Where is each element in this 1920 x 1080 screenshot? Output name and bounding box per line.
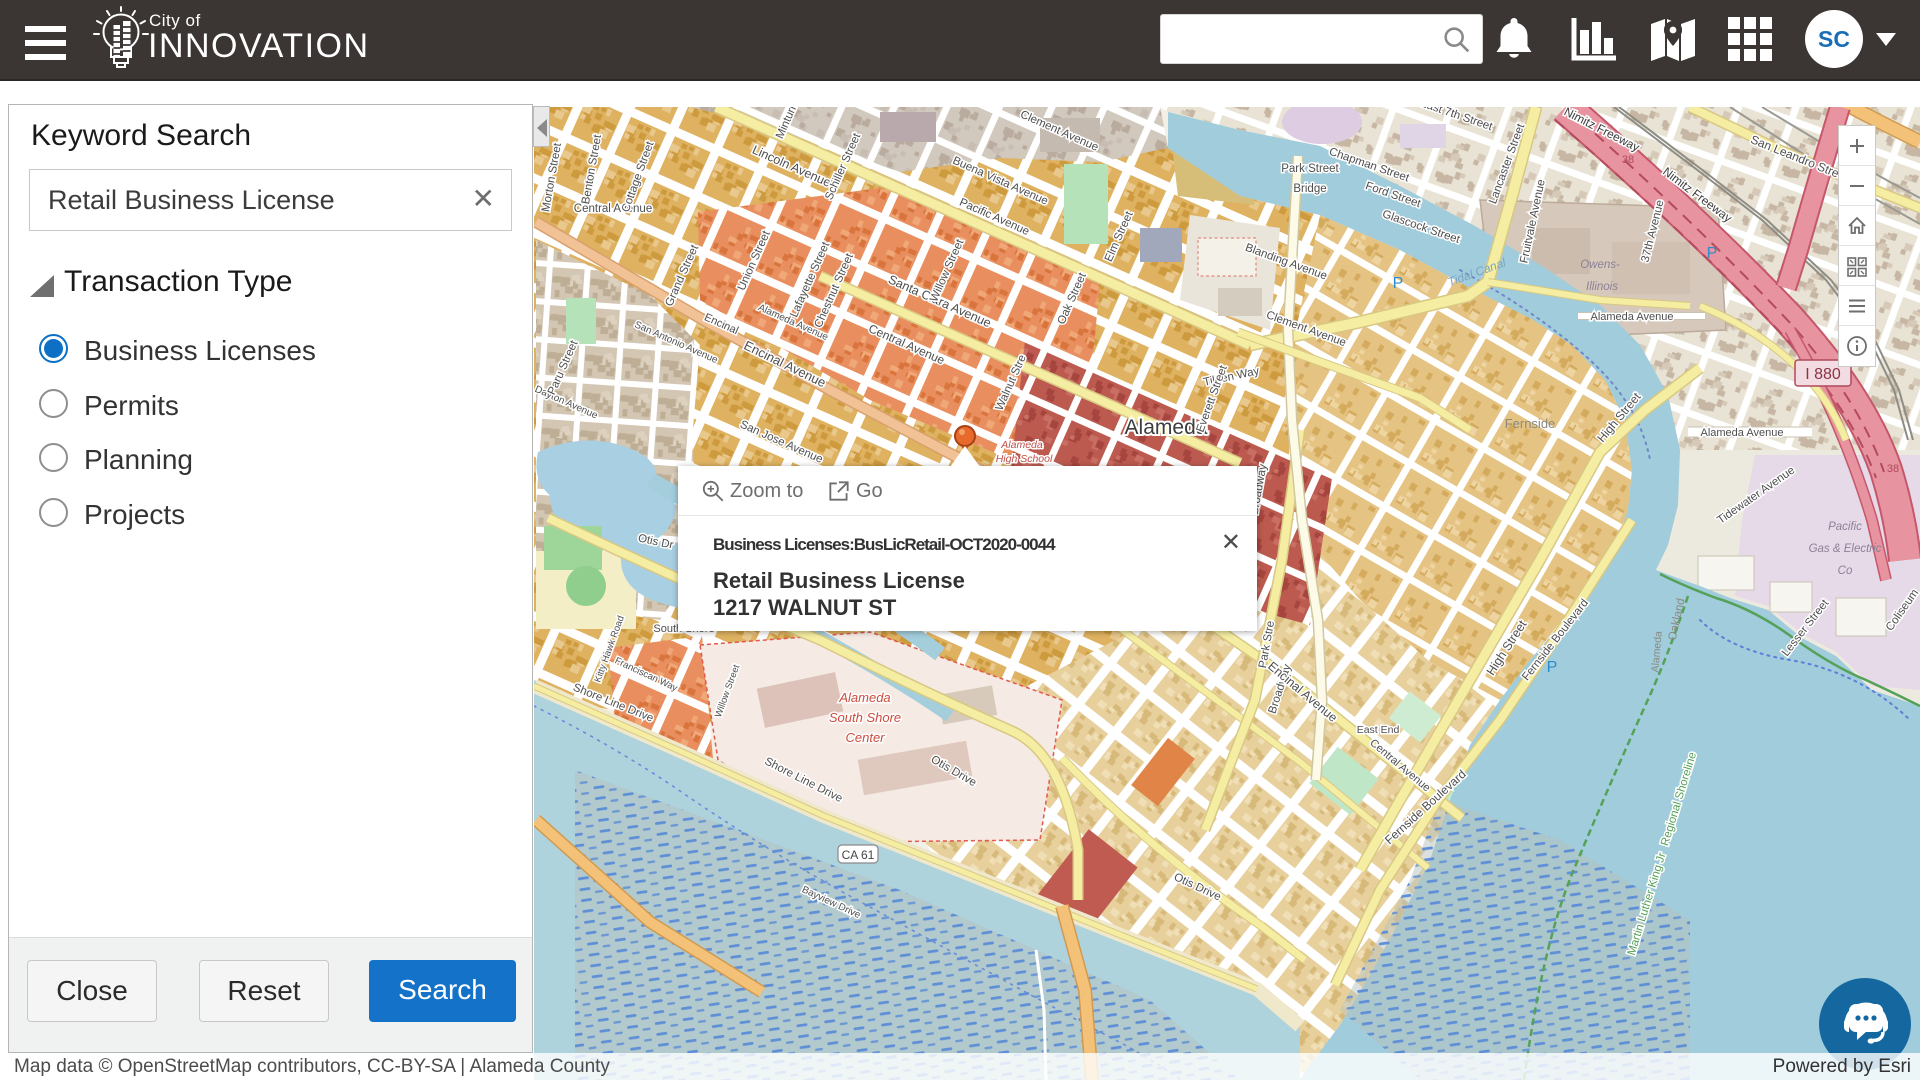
- svg-text:P: P: [1547, 659, 1558, 676]
- svg-text:Illinois: Illinois: [1586, 281, 1618, 293]
- svg-text:Park Street: Park Street: [1281, 163, 1339, 175]
- svg-text:High School: High School: [996, 453, 1053, 465]
- svg-text:Center: Center: [845, 730, 885, 745]
- svg-text:South Shore: South Shore: [829, 710, 901, 725]
- svg-text:Gas & Electric: Gas & Electric: [1809, 543, 1882, 555]
- svg-text:Alameda Avenue: Alameda Avenue: [1591, 311, 1674, 323]
- svg-text:I 880: I 880: [1805, 366, 1841, 383]
- svg-text:Co: Co: [1838, 565, 1853, 577]
- svg-text:Alameda: Alameda: [838, 690, 890, 705]
- svg-text:38: 38: [1622, 154, 1634, 166]
- svg-text:Alameda Avenue: Alameda Avenue: [1701, 427, 1784, 439]
- svg-text:38: 38: [1887, 463, 1899, 475]
- svg-text:East End: East End: [1357, 724, 1400, 736]
- svg-text:P: P: [1707, 245, 1718, 262]
- svg-text:Bridge: Bridge: [1293, 183, 1326, 195]
- svg-text:Owens-: Owens-: [1580, 259, 1620, 271]
- svg-text:Fernside: Fernside: [1505, 416, 1556, 431]
- svg-text:CA 61: CA 61: [842, 848, 875, 862]
- svg-text:Pacific: Pacific: [1828, 521, 1862, 533]
- svg-text:P: P: [1393, 275, 1404, 292]
- svg-text:Alameda: Alameda: [1000, 439, 1043, 451]
